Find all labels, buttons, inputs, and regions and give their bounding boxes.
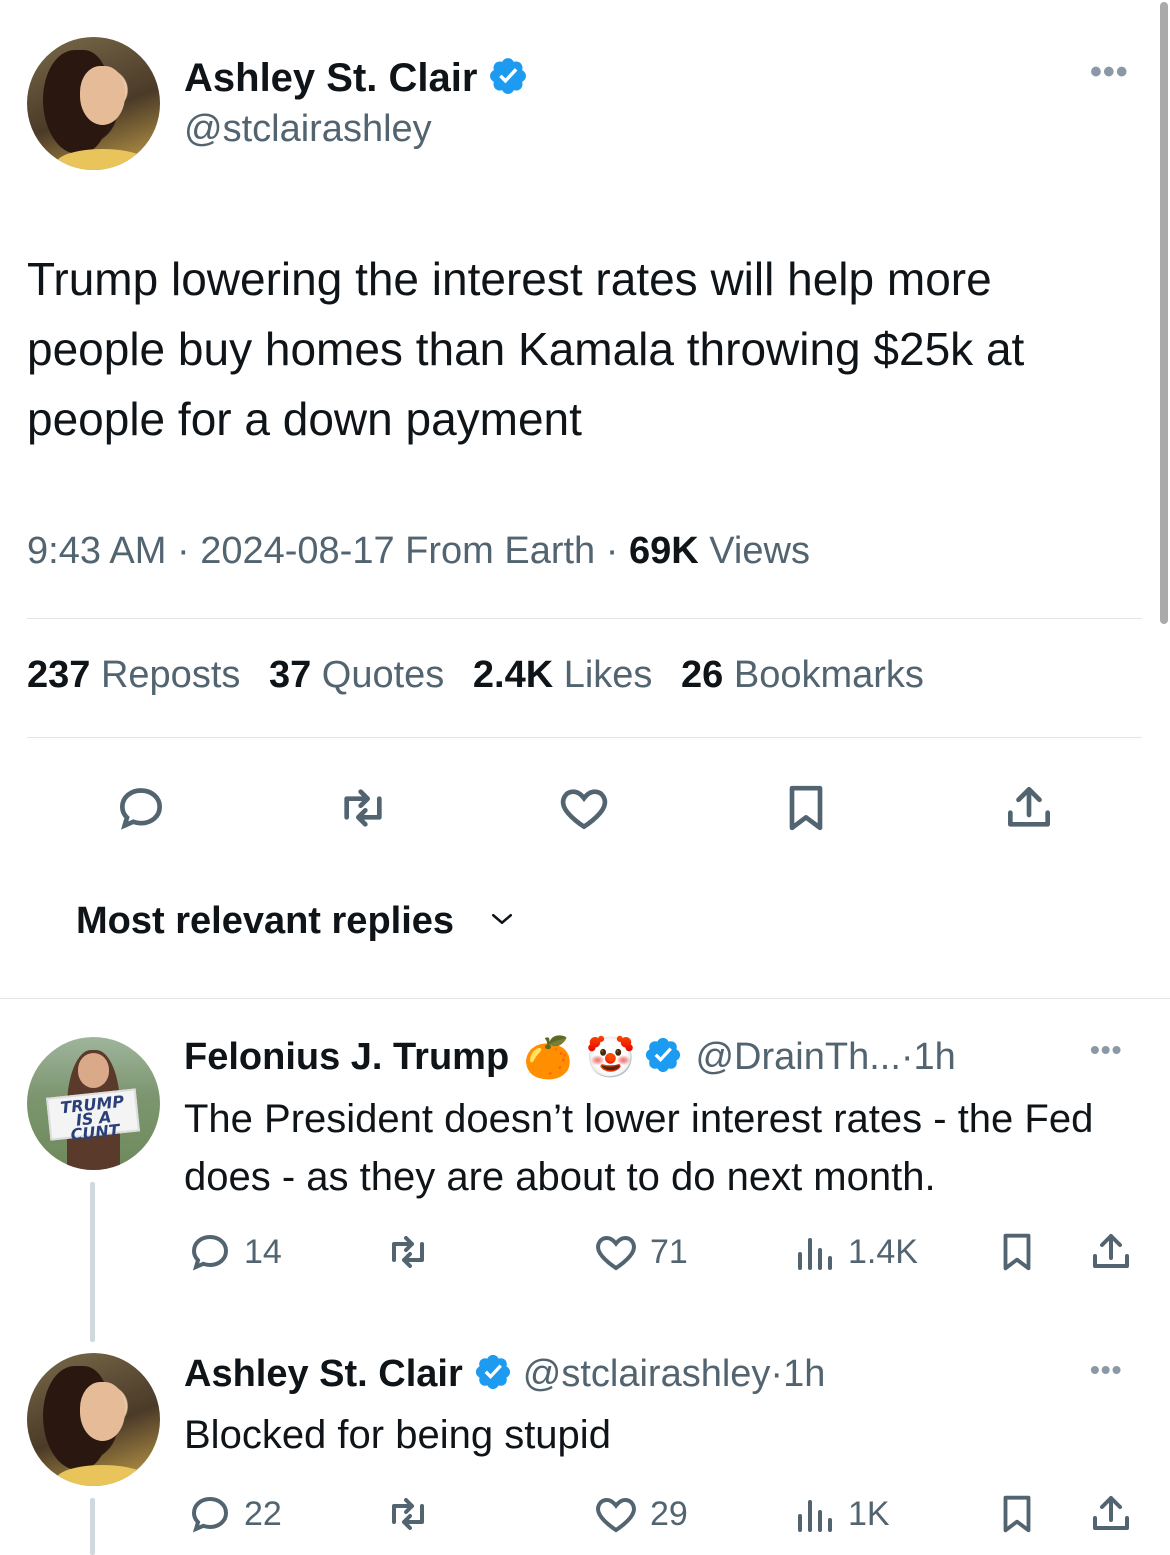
reply-author-avatar[interactable] xyxy=(27,1353,160,1486)
like-icon xyxy=(596,1497,636,1533)
verified-badge-icon xyxy=(473,1352,513,1397)
author-avatar[interactable] xyxy=(27,37,160,170)
like-count: 29 xyxy=(650,1494,688,1533)
views-button[interactable]: 1K xyxy=(790,1490,890,1538)
author-name-row[interactable]: Ashley St. Clair xyxy=(184,52,529,104)
reply-author-handle[interactable]: @DrainTh... xyxy=(695,1036,900,1079)
reply-count-button[interactable]: 14 xyxy=(184,1228,282,1276)
tweet-text: Trump lowering the interest rates will h… xyxy=(27,253,1025,445)
like-icon[interactable] xyxy=(553,780,615,841)
reply-action-bar: 14 71 1.4K xyxy=(184,1228,1144,1276)
reply-header: Ashley St. Clair @stclairashley · 1h xyxy=(184,1347,825,1401)
reply-count: 14 xyxy=(244,1232,282,1271)
avatar-sign: TRUMP IS A CUNT xyxy=(46,1088,141,1144)
repost-button[interactable] xyxy=(380,1228,436,1281)
reply-icon[interactable] xyxy=(110,780,172,841)
divider xyxy=(27,618,1142,619)
reply-age[interactable]: 1h xyxy=(783,1353,825,1396)
divider xyxy=(27,737,1142,738)
tweet-time[interactable]: 9:43 AM xyxy=(27,530,166,572)
author-name[interactable]: Ashley St. Clair xyxy=(184,56,477,101)
repost-icon xyxy=(392,1498,424,1530)
like-button[interactable]: 29 xyxy=(590,1490,688,1538)
tweet-meta: 9:43 AM · 2024-08-17 From Earth · 69K Vi… xyxy=(27,530,810,573)
reply-action-bar: 22 29 1K xyxy=(184,1490,1144,1538)
reply-text: Blocked for being stupid xyxy=(184,1413,611,1457)
meta-separator: · xyxy=(176,530,201,572)
meta-separator: · xyxy=(770,1352,784,1395)
reply-header: Felonius J. Trump 🍊 🤡 @DrainTh... · 1h xyxy=(184,1030,956,1084)
bookmark-icon xyxy=(1003,1495,1031,1533)
stat-reposts[interactable]: 237 Reposts xyxy=(27,654,240,696)
reply-author-name[interactable]: Ashley St. Clair xyxy=(184,1353,463,1396)
bookmark-icon[interactable] xyxy=(778,780,834,841)
avatar-dress xyxy=(56,1464,150,1486)
thread-line xyxy=(90,1182,95,1342)
replies-sort-dropdown[interactable]: Most relevant replies xyxy=(76,900,520,943)
share-icon xyxy=(1093,1234,1129,1268)
more-options-icon[interactable]: ••• xyxy=(1090,55,1129,89)
avatar-head xyxy=(77,1052,110,1088)
more-options-icon[interactable]: ••• xyxy=(1090,1036,1122,1064)
avatar-face xyxy=(80,66,126,125)
author-handle[interactable]: @stclairashley xyxy=(184,108,432,151)
meta-separator: · xyxy=(900,1035,914,1078)
share-icon[interactable] xyxy=(1000,780,1058,841)
like-count: 71 xyxy=(650,1232,688,1271)
repost-icon[interactable] xyxy=(330,780,396,841)
views-count: 1.4K xyxy=(848,1232,918,1271)
share-icon xyxy=(1093,1496,1129,1530)
views-label: Views xyxy=(709,530,810,572)
reply-count: 22 xyxy=(244,1494,282,1533)
stat-likes[interactable]: 2.4K Likes xyxy=(473,654,653,696)
analytics-icon xyxy=(798,1238,832,1270)
like-button[interactable]: 71 xyxy=(590,1228,688,1276)
stat-quotes[interactable]: 37 Quotes xyxy=(269,654,444,696)
reply-text: The President doesn’t lower interest rat… xyxy=(184,1097,1094,1199)
reply-author-avatar[interactable]: TRUMP IS A CUNT xyxy=(27,1037,160,1170)
tweet-source: From Earth xyxy=(405,530,596,572)
verified-badge-icon xyxy=(643,1035,683,1080)
share-button[interactable] xyxy=(1086,1490,1136,1543)
more-options-icon[interactable]: ••• xyxy=(1090,1356,1122,1384)
repost-button[interactable] xyxy=(380,1490,436,1543)
reply-count-button[interactable]: 22 xyxy=(184,1490,282,1538)
share-button[interactable] xyxy=(1086,1228,1136,1281)
replies-sort-label: Most relevant replies xyxy=(76,900,455,942)
reply-icon xyxy=(191,1496,229,1533)
views-count: 69K xyxy=(628,530,699,572)
tweet-date[interactable]: 2024-08-17 xyxy=(200,530,394,572)
name-emojis: 🍊 🤡 xyxy=(523,1034,636,1081)
divider xyxy=(0,998,1170,999)
stat-bookmarks[interactable]: 26 Bookmarks xyxy=(681,654,924,696)
reply-author-name[interactable]: Felonius J. Trump xyxy=(184,1036,509,1079)
reply-icon xyxy=(191,1234,229,1271)
avatar-face xyxy=(80,1382,126,1441)
reply-author-handle[interactable]: @stclairashley xyxy=(523,1353,771,1396)
avatar-dress xyxy=(56,148,150,170)
scrollbar[interactable] xyxy=(1160,2,1168,624)
meta-separator: · xyxy=(605,530,629,572)
views-count: 1K xyxy=(848,1494,890,1533)
thread-line xyxy=(90,1498,95,1555)
chevron-down-icon xyxy=(484,904,520,939)
verified-badge-icon xyxy=(487,55,529,102)
like-icon xyxy=(596,1235,636,1271)
bookmark-button[interactable] xyxy=(994,1228,1040,1281)
repost-icon xyxy=(392,1236,424,1268)
engagement-stats: 237 Reposts 37 Quotes 2.4K Likes 26 Book… xyxy=(27,654,924,697)
bookmark-button[interactable] xyxy=(994,1490,1040,1543)
bookmark-icon xyxy=(1003,1233,1031,1271)
analytics-icon xyxy=(798,1500,832,1532)
reply-age[interactable]: 1h xyxy=(914,1036,956,1079)
views-button[interactable]: 1.4K xyxy=(790,1228,918,1276)
